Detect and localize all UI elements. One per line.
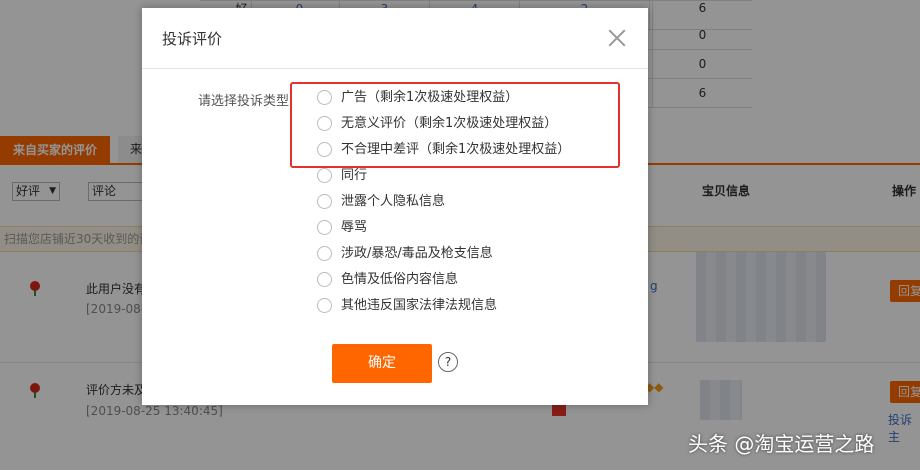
dialog-title: 投诉评价 (162, 30, 223, 48)
radio-button[interactable] (317, 116, 332, 131)
radio-button[interactable] (317, 220, 332, 235)
radio-button[interactable] (317, 90, 332, 105)
radio-button[interactable] (317, 272, 332, 287)
radio-button[interactable] (317, 142, 332, 157)
option-label: 无意义评价（剩余1次极速处理权益） (341, 116, 558, 131)
complaint-dialog: 投诉评价 请选择投诉类型: 广告（剩余1次极速处理权益） 无意义评价（剩余1次极… (142, 8, 648, 405)
option-label: 其他违反国家法律法规信息 (341, 298, 498, 313)
confirm-button[interactable]: 确定 (332, 344, 432, 383)
close-icon[interactable] (607, 28, 627, 48)
complaint-type-label: 请选择投诉类型: (198, 94, 294, 109)
option-label: 不合理中差评（剩余1次极速处理权益） (341, 142, 571, 157)
radio-button[interactable] (317, 298, 332, 313)
option-label: 辱骂 (341, 220, 368, 235)
radio-button[interactable] (317, 168, 332, 183)
option-label: 同行 (341, 168, 368, 183)
radio-button[interactable] (317, 194, 332, 209)
help-icon[interactable]: ? (438, 352, 458, 372)
radio-button[interactable] (317, 246, 332, 261)
dialog-header: 投诉评价 (142, 8, 648, 69)
watermark: 头条 @淘宝运营之路 (688, 432, 875, 456)
option-label: 涉政/暴恐/毒品及枪支信息 (341, 246, 493, 261)
option-label: 泄露个人隐私信息 (341, 194, 446, 209)
option-label: 广告（剩余1次极速处理权益） (341, 90, 519, 105)
option-label: 色情及低俗内容信息 (341, 272, 459, 287)
